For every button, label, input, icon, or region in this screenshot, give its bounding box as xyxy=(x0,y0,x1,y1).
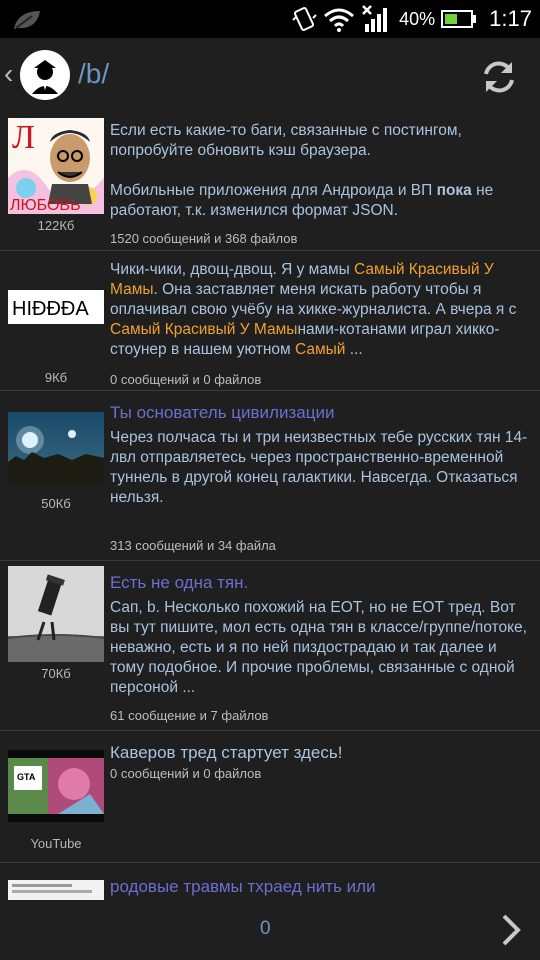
body-highlight: Самый Красивый У Мамы xyxy=(110,321,298,338)
thread-row[interactable]: Л ЛЮБОВЬ 122Кб Если есть какие-то баги, … xyxy=(0,114,540,251)
body-text: ... xyxy=(345,341,363,358)
thumbnail-image xyxy=(8,880,104,900)
svg-text:HIĐĐĐA: HIĐĐĐA xyxy=(12,298,89,320)
thread-text: Каверов тред стартует здесь! 0 сообщений… xyxy=(110,742,530,781)
board-logo[interactable] xyxy=(20,50,70,100)
thread-body: Через полчаса ты и три неизвестных тебе … xyxy=(110,428,530,508)
leaf-icon xyxy=(14,11,40,29)
thumbnail-size: YouTube xyxy=(30,836,82,851)
body-text: Сап, b. Несколько похожий на ЕОТ, но не … xyxy=(110,599,527,696)
svg-text:ЛЮБОВЬ: ЛЮБОВЬ xyxy=(10,197,81,214)
thread-title[interactable]: Ты основатель цивилизации xyxy=(110,402,530,423)
body-text-bold: пока xyxy=(436,182,472,199)
thread-row[interactable]: 50Кб Ты основатель цивилизации Через пол… xyxy=(0,390,540,561)
board-title: /b/ xyxy=(78,58,110,89)
battery-icon xyxy=(441,10,477,28)
thread-body: Сап, b. Несколько похожий на ЕОТ, но не … xyxy=(110,598,530,698)
thread-text: Чики-чики, двощ-двощ. Я у мамы Самый Кра… xyxy=(110,260,530,387)
thread-body: Чики-чики, двощ-двощ. Я у мамы Самый Кра… xyxy=(110,260,530,360)
vibrate-icon xyxy=(292,7,317,31)
thumbnail-size: 122Кб xyxy=(37,218,75,233)
body-text: Если есть какие-то баги, связанные с пос… xyxy=(110,122,462,159)
signal-icon xyxy=(362,5,388,32)
thread-counts: 61 сообщение и 7 файлов xyxy=(110,708,269,723)
thread-row[interactable]: HIĐĐĐA 9Кб Чики-чики, двощ-двощ. Я у мам… xyxy=(0,250,540,391)
battery-percent: 40% xyxy=(399,8,436,29)
wifi-icon xyxy=(324,8,355,32)
anonymous-logo-icon xyxy=(21,51,69,99)
thumbnail-image: HIĐĐĐA xyxy=(8,290,104,324)
body-text: Чики-чики, двощ-двощ. Я у мамы xyxy=(110,261,355,278)
thumbnail-image xyxy=(8,412,104,484)
body-highlight: Самый xyxy=(295,341,346,358)
thumbnail-size: 50Кб xyxy=(41,496,71,511)
thread-text: Если есть какие-то баги, связанные с пос… xyxy=(110,121,530,246)
chevron-right-icon[interactable] xyxy=(496,912,526,948)
thumbnail-image: GTA xyxy=(8,750,104,822)
thread-counts: 0 сообщений и 0 файлов xyxy=(110,766,262,781)
body-text: Через полчаса ты и три неизвестных тебе … xyxy=(110,429,528,506)
page-number[interactable]: 0 xyxy=(260,918,271,940)
action-bar: ‹ /b/ xyxy=(0,38,540,114)
thread-text: Ты основатель цивилизации Через полчаса … xyxy=(110,402,530,553)
thumbnail-size: 70Кб xyxy=(41,666,71,681)
pagination-bar: 0 xyxy=(0,900,540,960)
svg-text:GTA: GTA xyxy=(17,772,36,782)
thread-row[interactable]: 70Кб Есть не одна тян. Сап, b. Несколько… xyxy=(0,560,540,731)
thread-row[interactable]: GTA YouTube Каверов тред стартует здесь!… xyxy=(0,730,540,863)
thread-title[interactable]: Каверов тред стартует здесь! xyxy=(110,742,530,763)
clock: 1:17 xyxy=(489,6,532,31)
status-bar: 40% 1:17 xyxy=(0,0,540,38)
thread-body: Мобильные приложения для Андроида и ВП п… xyxy=(110,181,530,221)
thumbnail-image xyxy=(8,566,104,662)
thread-counts: 1520 сообщений и 368 файлов xyxy=(110,231,298,246)
thread-body: Если есть какие-то баги, связанные с пос… xyxy=(110,121,530,161)
thumbnail-image: Л ЛЮБОВЬ xyxy=(8,118,104,214)
refresh-icon[interactable] xyxy=(478,56,520,98)
thread-counts: 0 сообщений и 0 файлов xyxy=(110,372,262,387)
thumbnail-size: 9Кб xyxy=(44,370,68,385)
back-arrow-icon[interactable]: ‹ xyxy=(4,60,13,88)
thread-text: Есть не одна тян. Сап, b. Несколько похо… xyxy=(110,572,530,723)
body-text: Мобильные приложения для Андроида и ВП xyxy=(110,182,437,199)
body-text: . Она заставляет меня искать работу чтоб… xyxy=(110,281,517,318)
thread-title[interactable]: Есть не одна тян. xyxy=(110,572,530,593)
thread-title[interactable]: родовые травмы тхраед нить или xyxy=(110,876,530,897)
thread-text: родовые травмы тхраед нить или xyxy=(110,876,530,897)
svg-text:Л: Л xyxy=(12,119,35,156)
thread-counts: 313 сообщений и 34 файла xyxy=(110,538,276,553)
